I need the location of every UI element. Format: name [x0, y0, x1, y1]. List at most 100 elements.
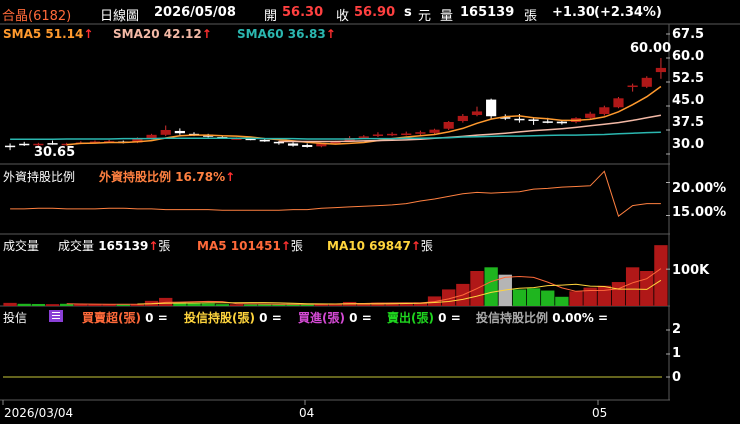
- close-value: 56.90: [354, 5, 396, 20]
- change-pct: (+2.34%): [594, 5, 662, 20]
- candle-body: [556, 121, 567, 124]
- period-label[interactable]: 日線圖: [100, 5, 139, 24]
- change-value: +1.30: [552, 5, 595, 20]
- open-value: 56.30: [282, 5, 324, 20]
- volume-bar: [597, 285, 612, 306]
- up-arrow-icon: ↑: [325, 27, 336, 41]
- foreign-tick: 15.00%: [672, 205, 727, 220]
- volume-bar: [3, 302, 17, 306]
- volume-bar: [640, 271, 654, 306]
- volume-bar: [625, 267, 640, 306]
- volume-bar: [215, 304, 229, 306]
- unit-label: 元: [418, 9, 432, 24]
- candle-body: [387, 133, 398, 136]
- x-axis-label: 2026/03/04: [4, 406, 74, 420]
- sma60-legend[interactable]: SMA60 36.83↑: [237, 27, 336, 41]
- foreign-tick: 20.00%: [672, 181, 727, 196]
- up-arrow-icon: ↑: [225, 170, 236, 184]
- candle-body: [4, 145, 16, 148]
- date-label: 2026/05/08: [154, 5, 236, 20]
- candle-body: [415, 132, 426, 134]
- foreign-legend[interactable]: 外資持股比例 16.78%↑: [99, 168, 235, 185]
- candle-body: [542, 121, 553, 123]
- volume-bar: [526, 288, 541, 306]
- volume-bar: [45, 304, 60, 306]
- volume-bar: [484, 267, 498, 306]
- price-tick: 67.5: [672, 27, 705, 42]
- candle-body: [528, 119, 539, 121]
- trust-sell-legend[interactable]: 賣出(張) 0 =: [387, 309, 461, 326]
- candle-body: [372, 134, 384, 136]
- candle-body: [641, 77, 652, 87]
- up-arrow-icon: ↑: [280, 239, 291, 253]
- candle-body: [401, 133, 412, 136]
- low-annotation: 30.65: [34, 145, 76, 160]
- volume-bar: [611, 282, 626, 306]
- sma20-legend[interactable]: SMA20 42.12↑: [113, 27, 212, 41]
- candle-body: [259, 139, 270, 142]
- stock-name[interactable]: 合晶(6182): [2, 5, 71, 24]
- price-tick: 60.0: [672, 49, 705, 64]
- foreign-pane-title: 外資持股比例: [3, 170, 76, 184]
- trust-buysell-legend[interactable]: 買賣超(張) 0 =: [82, 309, 168, 326]
- up-arrow-icon: ↑: [83, 27, 94, 41]
- volume-bar: [243, 304, 258, 306]
- close-label: 收: [336, 9, 350, 24]
- trust-hold-legend[interactable]: 投信持股(張) 0 =: [184, 309, 282, 326]
- candle-body: [585, 113, 596, 118]
- candle-body: [471, 111, 483, 115]
- candle-body: [613, 98, 624, 108]
- sma-line: [10, 131, 661, 141]
- volume-unit: 張: [524, 9, 538, 24]
- candle-body: [287, 143, 299, 146]
- trust-pane-title: 投信: [3, 311, 28, 325]
- volume-bar: [569, 291, 583, 306]
- candle-body: [514, 118, 525, 121]
- candle-body: [160, 130, 171, 135]
- candle-body: [302, 145, 313, 147]
- volume-bar: [102, 304, 116, 306]
- trust-tick: 0: [672, 370, 682, 385]
- volume-bar: [512, 289, 527, 306]
- trust-tick: 2: [672, 322, 682, 337]
- volume-bar: [555, 296, 569, 306]
- ma10-legend[interactable]: MA10 69847↑張: [327, 237, 433, 254]
- candle-body: [19, 143, 30, 146]
- candle-body: [486, 99, 497, 117]
- volume-bar: [229, 304, 244, 306]
- trust-pct-legend[interactable]: 投信持股比例 0.00% =: [476, 309, 608, 326]
- menu-icon[interactable]: [49, 310, 63, 322]
- volume-bar: [654, 245, 668, 306]
- x-axis-label: 04: [299, 406, 315, 420]
- candle-body: [174, 130, 185, 134]
- candle-body: [429, 129, 440, 133]
- trust-tick: 1: [672, 346, 682, 361]
- candle-body: [627, 85, 638, 88]
- price-tick: 45.0: [672, 93, 705, 108]
- up-arrow-icon: ↑: [201, 27, 212, 41]
- header-bar: 合晶(6182) 日線圖 2026/05/08 開 56.30 收 56.90 …: [0, 0, 740, 26]
- candle-body: [457, 115, 468, 122]
- candle-body: [655, 67, 667, 73]
- volume-label: 量: [440, 9, 454, 24]
- sma5-legend[interactable]: SMA5 51.14↑: [3, 27, 93, 41]
- volume-value: 165139: [460, 5, 515, 20]
- candle-body: [443, 122, 454, 129]
- candle-body: [599, 107, 610, 114]
- price-tick: 37.5: [672, 115, 705, 130]
- s-label: s: [404, 5, 412, 20]
- volume-tick: 100K: [672, 263, 710, 278]
- price-tick: 30.0: [672, 137, 705, 152]
- volume-bar: [17, 303, 31, 306]
- trust-buy-legend[interactable]: 買進(張) 0 =: [298, 309, 372, 326]
- open-label: 開: [264, 9, 278, 24]
- price-tick: 52.5: [672, 71, 705, 86]
- ma5-legend[interactable]: MA5 101451↑張: [197, 237, 303, 254]
- volume-bar: [31, 303, 46, 306]
- chart-canvas: [0, 23, 740, 405]
- up-arrow-icon: ↑: [410, 239, 421, 253]
- volume-bar: [201, 303, 215, 306]
- volume-legend[interactable]: 成交量 165139↑張: [58, 237, 170, 254]
- volume-bar: [541, 290, 555, 306]
- high-annotation: 60.00: [630, 41, 672, 56]
